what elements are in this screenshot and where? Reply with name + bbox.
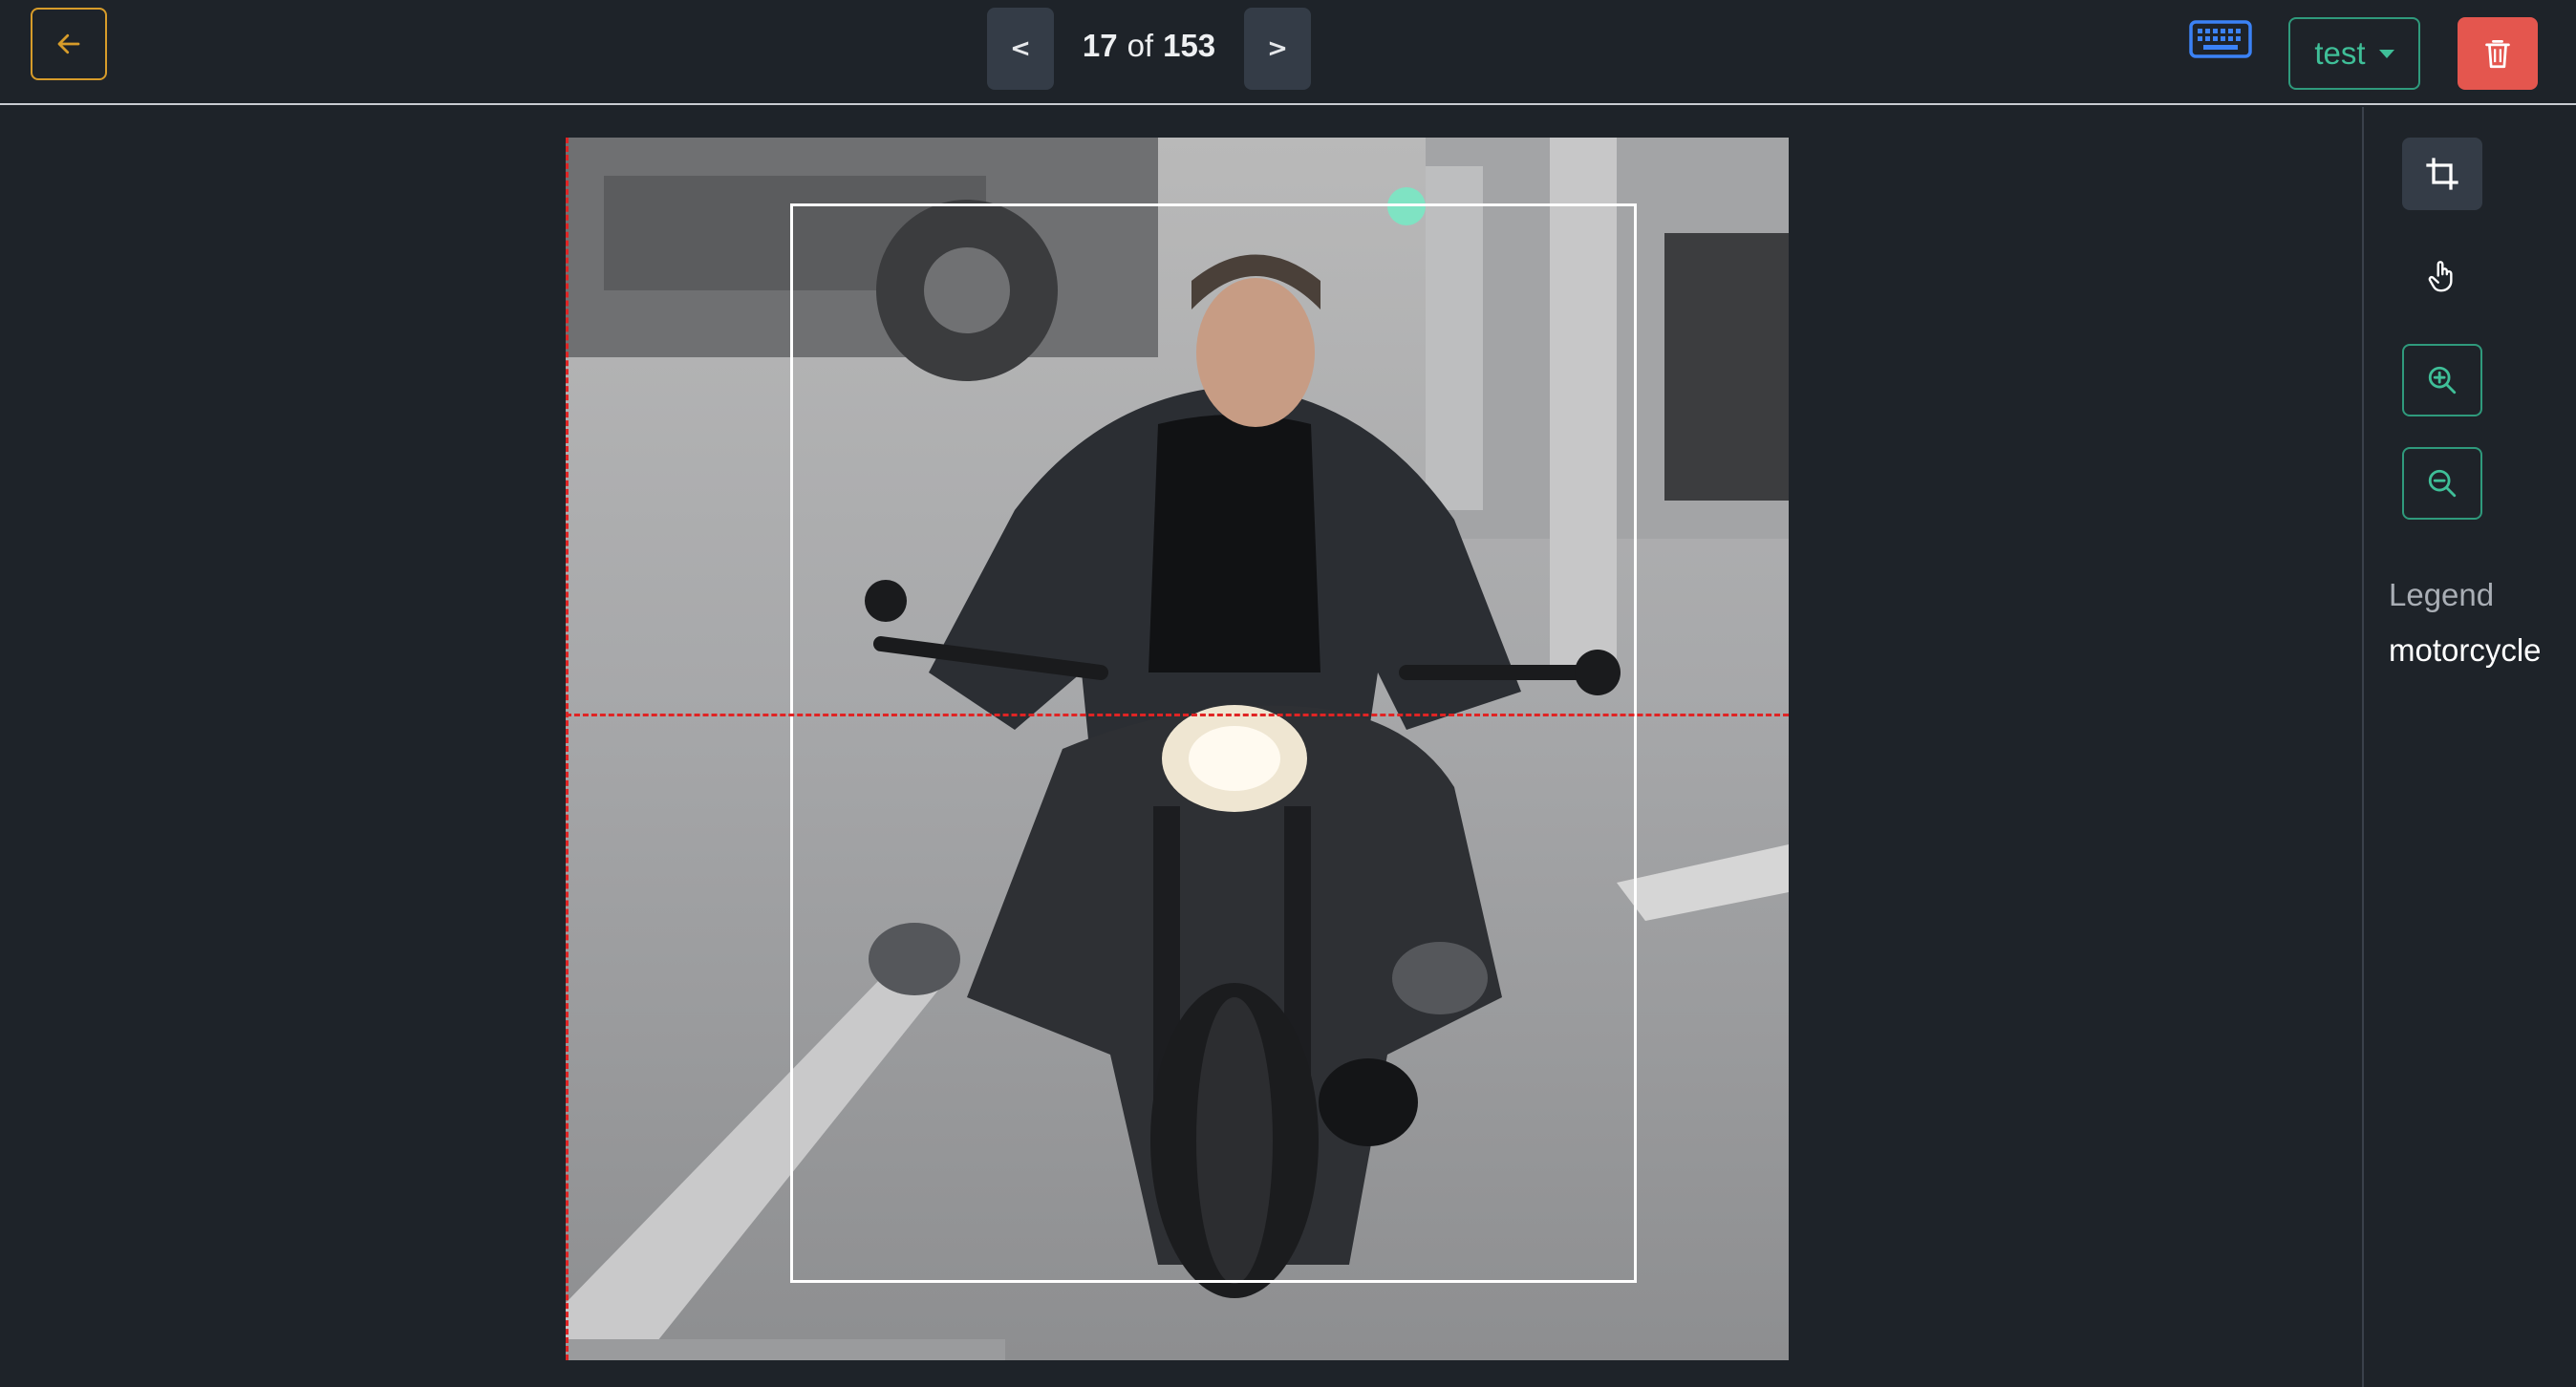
- crop-tool-button[interactable]: [2402, 138, 2482, 210]
- previous-image-button[interactable]: <: [987, 8, 1054, 90]
- delete-button[interactable]: [2458, 17, 2538, 90]
- legend-title: Legend: [2389, 577, 2495, 612]
- current-index: 17: [1082, 28, 1118, 63]
- back-button[interactable]: [31, 8, 107, 80]
- caret-down-icon: [2378, 49, 2394, 58]
- pan-tool-button[interactable]: [2402, 241, 2482, 313]
- keyboard-shortcuts-button[interactable]: [2188, 17, 2253, 61]
- hand-pointer-icon: [2428, 261, 2453, 292]
- horizontal-crosshair-guide: [566, 714, 1789, 716]
- arrow-left-icon: [57, 33, 80, 54]
- zoom-out-button[interactable]: [2402, 447, 2482, 520]
- zoom-in-icon: [2428, 366, 2457, 395]
- zoom-in-button[interactable]: [2402, 344, 2482, 416]
- counter-of-text: of: [1127, 28, 1154, 63]
- legend-item-motorcycle[interactable]: motorcycle: [2389, 632, 2542, 669]
- image-counter: 17 of 153: [1061, 21, 1237, 71]
- top-toolbar: < 17 of 153 > test: [0, 0, 2576, 105]
- bounding-box-motorcycle[interactable]: [790, 203, 1637, 1283]
- zoom-out-icon: [2428, 469, 2457, 498]
- tool-sidebar: Legend motorcycle: [2362, 107, 2576, 1387]
- total-count: 153: [1163, 28, 1216, 63]
- annotation-image[interactable]: [566, 138, 1789, 1360]
- vertical-crosshair-guide: [566, 138, 569, 1360]
- crop-icon: [2426, 158, 2458, 190]
- keyboard-icon: [2189, 20, 2252, 58]
- annotation-canvas[interactable]: [0, 107, 2362, 1387]
- next-image-button[interactable]: >: [1244, 8, 1311, 90]
- dataset-label: test: [2314, 35, 2366, 71]
- trash-icon: [2485, 40, 2510, 69]
- dataset-dropdown[interactable]: test: [2288, 17, 2420, 90]
